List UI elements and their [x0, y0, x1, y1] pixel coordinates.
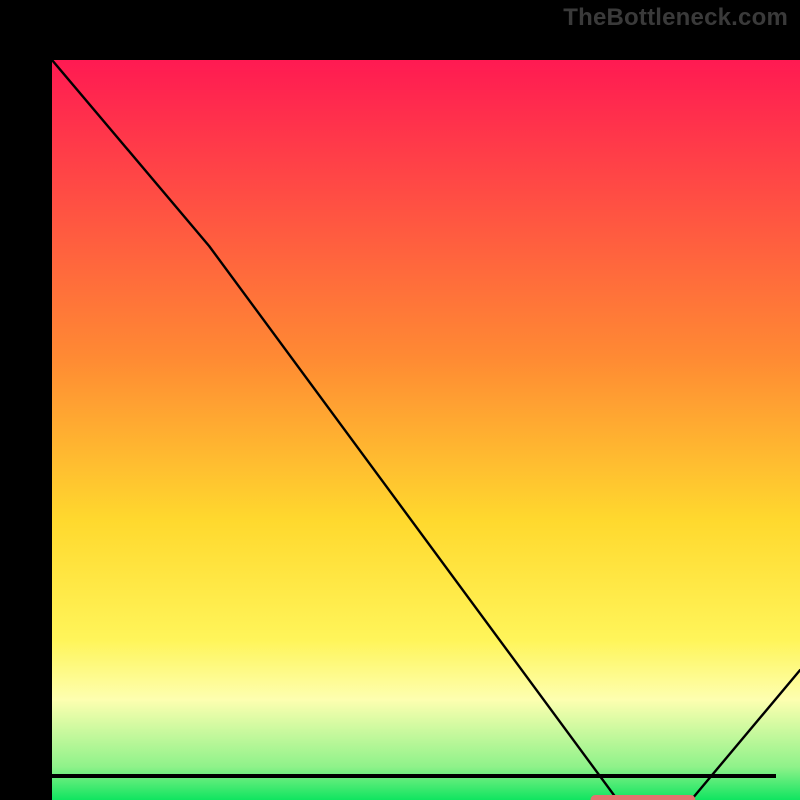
chart-container: TheBottleneck.com [0, 0, 800, 800]
y-axis [24, 26, 28, 778]
chart-svg [52, 60, 800, 800]
watermark-text: TheBottleneck.com [563, 4, 788, 32]
x-axis [24, 774, 776, 778]
optimum-band [591, 795, 696, 800]
gradient-rect [52, 60, 800, 800]
plot-area [26, 30, 774, 774]
